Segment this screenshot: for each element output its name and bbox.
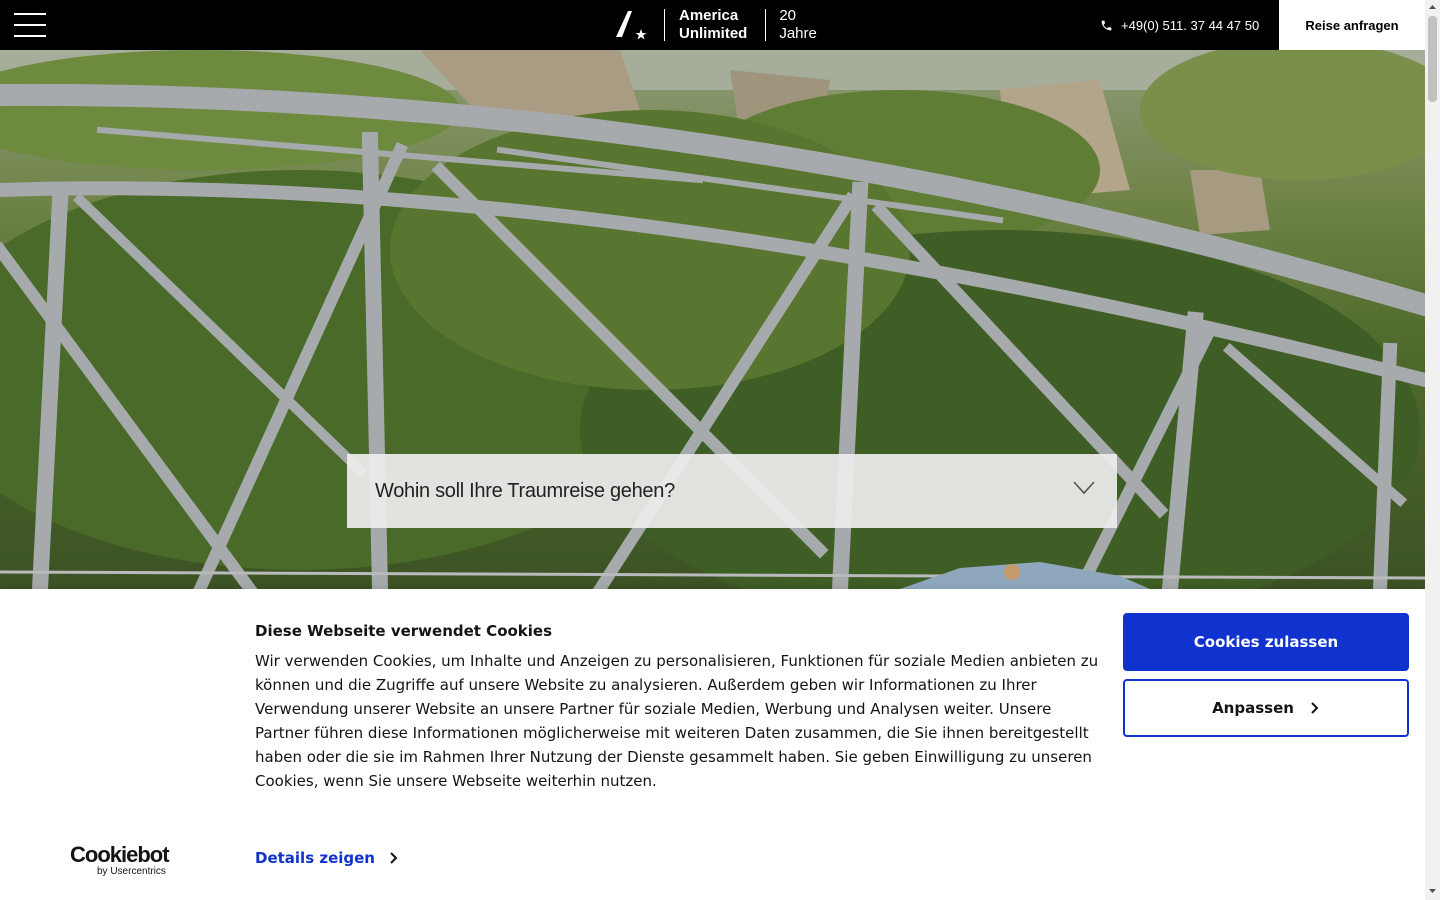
hero-section: Wohin soll Ihre Traumreise gehen? [0,50,1425,589]
cookie-banner-title: Diese Webseite verwendet Cookies [255,622,553,640]
anniversary-label: Jahre [779,25,817,42]
chevron-right-icon [1311,702,1319,714]
logo-divider [664,9,665,41]
allow-cookies-button[interactable]: Cookies zulassen [1123,613,1409,671]
top-navigation-bar: America Unlimited 20 Jahre +49(0) 511. 3… [0,0,1425,50]
show-details-link[interactable]: Details zeigen [255,849,399,867]
logo-line-2: Unlimited [679,25,748,42]
phone-number: +49(0) 511. 37 44 47 50 [1121,17,1260,33]
customize-label: Anpassen [1212,699,1294,717]
logo-line-1: America [679,7,739,24]
logo-divider-2 [765,9,767,41]
page-scrollbar[interactable] [1425,0,1440,900]
cookie-consent-banner: Diese Webseite verwendet Cookies Wir ver… [0,589,1425,900]
chevron-right-icon [390,852,398,864]
cookiebot-subtitle: by Usercentrics [97,866,166,877]
request-trip-button[interactable]: Reise anfragen [1279,0,1425,50]
show-details-label: Details zeigen [255,849,375,867]
site-logo[interactable]: America Unlimited 20 Jahre [614,7,817,43]
phone-link[interactable]: +49(0) 511. 37 44 47 50 [1100,16,1259,34]
logo-wordmark: America Unlimited [679,7,747,43]
chevron-down-icon [1073,481,1095,495]
hamburger-menu-icon[interactable] [14,13,46,37]
customize-cookies-button[interactable]: Anpassen [1123,679,1409,737]
destination-dropdown[interactable]: Wohin soll Ihre Traumreise gehen? [347,454,1117,528]
logo-star-icon [616,11,647,40]
scroll-down-arrow-icon[interactable] [1425,884,1440,898]
cookie-banner-text: Wir verwenden Cookies, um Inhalte und An… [255,652,1099,790]
scroll-up-arrow-icon[interactable] [1425,0,1440,14]
scrollbar-thumb[interactable] [1428,16,1437,102]
anniversary-number: 20 [779,7,797,24]
destination-placeholder: Wohin soll Ihre Traumreise gehen? [375,479,675,502]
phone-icon [1101,20,1112,30]
anniversary-badge: 20 Jahre [779,7,817,43]
cookiebot-logo[interactable]: Cookiebot by Usercentrics [70,844,174,878]
cookiebot-wordmark: Cookiebot [70,842,170,867]
